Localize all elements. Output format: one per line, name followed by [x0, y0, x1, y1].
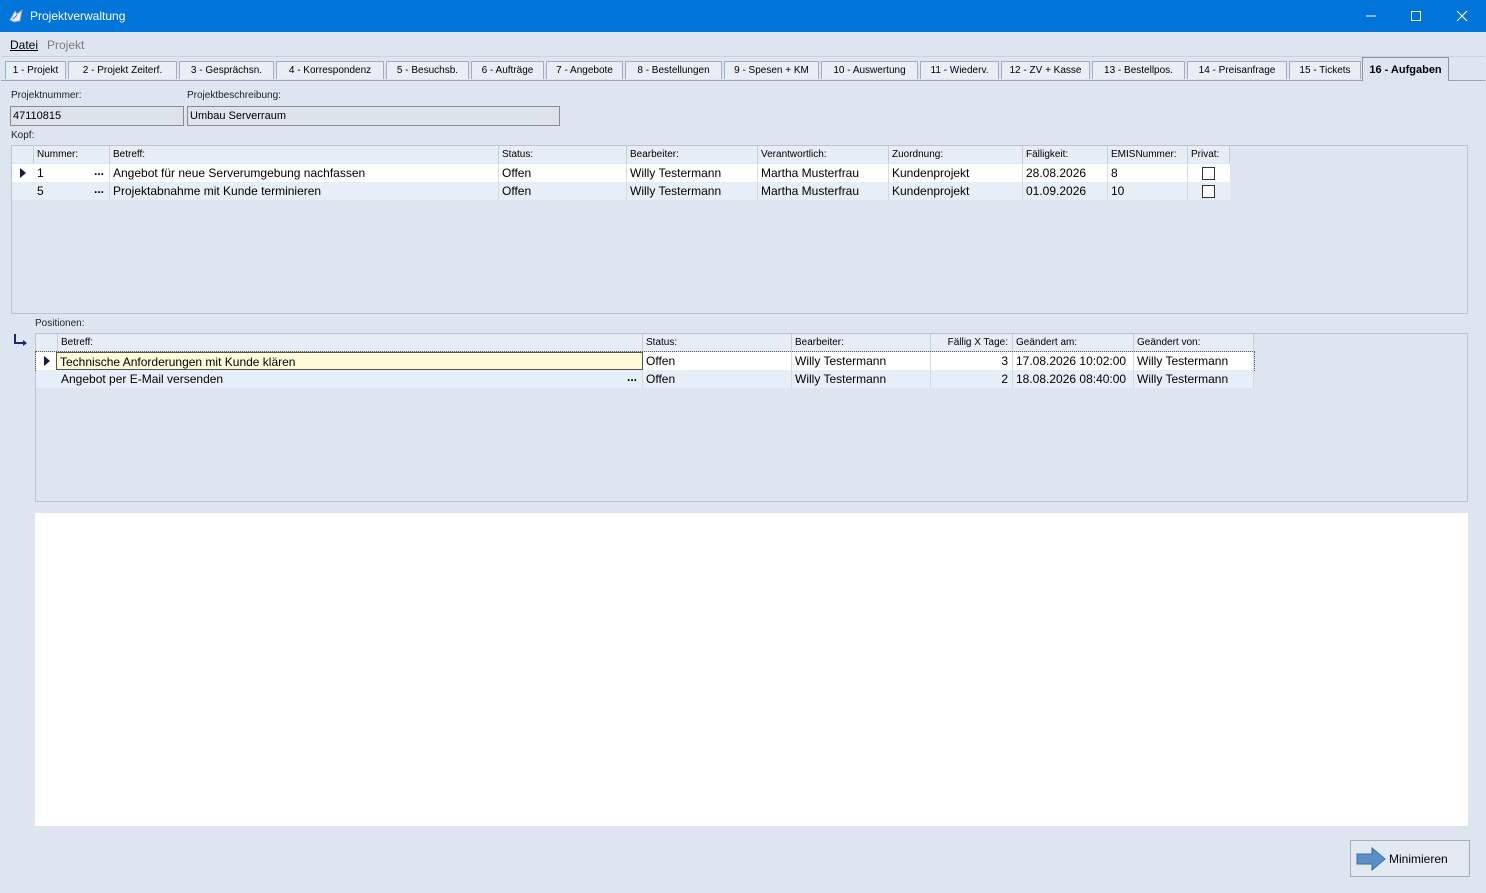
kopf-col-status[interactable]: Status:	[499, 146, 627, 163]
kopf-col-faelligkeit[interactable]: Fälligkeit:	[1023, 146, 1108, 163]
tab-auswertung[interactable]: 10 - Auswertung	[821, 61, 918, 79]
pos-cell-bearbeiter[interactable]: Willy Testermann	[792, 352, 931, 370]
tab-gespraechsn[interactable]: 3 - Gesprächsn.	[179, 61, 274, 79]
projektnummer-field[interactable]: 47110815	[10, 106, 184, 126]
projektbeschreibung-field[interactable]: Umbau Serverraum	[187, 106, 560, 126]
title-bar[interactable]: Projektverwaltung	[0, 0, 1486, 32]
kopf-cell-status[interactable]: Offen	[499, 182, 627, 200]
subordinate-arrow-icon	[14, 334, 27, 346]
current-row-indicator	[20, 168, 26, 178]
minimieren-button[interactable]: Minimieren	[1350, 840, 1470, 877]
pos-col-status[interactable]: Status:	[643, 334, 792, 351]
kopf-indicator-header	[12, 146, 34, 163]
kopf-cell-verantwortlich[interactable]: Martha Musterfrau	[758, 164, 889, 182]
positionen-grid: Betreff: Status: Bearbeiter: Fällig X Ta…	[35, 333, 1468, 502]
maximize-window-button[interactable]	[1393, 0, 1439, 32]
tab-bestellpos[interactable]: 13 - Bestellpos.	[1092, 61, 1185, 79]
ellipsis-button[interactable]: ...	[92, 164, 106, 182]
pos-col-geaendert-von[interactable]: Geändert von:	[1134, 334, 1254, 351]
tab-tickets[interactable]: 15 - Tickets	[1289, 61, 1361, 79]
projektbeschreibung-label: Projektbeschreibung:	[187, 90, 281, 101]
kopf-cell-bearbeiter[interactable]: Willy Testermann	[627, 182, 758, 200]
tab-spesen-km[interactable]: 9 - Spesen + KM	[724, 61, 819, 79]
tab-wiederv[interactable]: 11 - Wiederv.	[920, 61, 999, 79]
tab-korrespondenz[interactable]: 4 - Korrespondenz	[276, 61, 384, 79]
kopf-cell-verantwortlich[interactable]: Martha Musterfrau	[758, 182, 889, 200]
kopf-col-emisnummer[interactable]: EMISNummer:	[1108, 146, 1188, 163]
tab-preisanfrage[interactable]: 14 - Preisanfrage	[1187, 61, 1287, 79]
kopf-grid: Nummer: Betreff: Status: Bearbeiter: Ver…	[11, 145, 1468, 314]
current-row-indicator	[44, 356, 50, 366]
tab-auftraege[interactable]: 6 - Aufträge	[471, 61, 544, 79]
pos-cell-geaendert-am[interactable]: 17.08.2026 10:02:00	[1013, 352, 1134, 370]
tab-angebote[interactable]: 7 - Angebote	[546, 61, 623, 79]
privat-checkbox[interactable]	[1202, 185, 1215, 198]
pos-col-faellig-tage[interactable]: Fällig X Tage:	[931, 334, 1013, 351]
pos-cell-faellig-tage[interactable]: 2	[931, 370, 1013, 388]
arrow-right-icon	[1356, 847, 1386, 871]
minimieren-label: Minimieren	[1389, 852, 1448, 866]
menu-projekt[interactable]: Projekt	[47, 38, 84, 52]
pos-cell-betreff[interactable]: Technische Anforderungen mit Kunde kläre…	[56, 352, 643, 370]
kopf-cell-betreff[interactable]: Projektabnahme mit Kunde terminieren	[110, 182, 499, 200]
table-row[interactable]: 5 ... Projektabnahme mit Kunde terminier…	[12, 182, 1230, 200]
pos-cell-geaendert-von[interactable]: Willy Testermann	[1134, 370, 1254, 388]
pos-cell-geaendert-von[interactable]: Willy Testermann	[1134, 352, 1254, 370]
app-icon	[9, 8, 23, 23]
kopf-cell-betreff[interactable]: Angebot für neue Serverumgebung nachfass…	[110, 164, 499, 182]
kopf-col-privat[interactable]: Privat:	[1188, 146, 1230, 163]
table-row[interactable]: Technische Anforderungen mit Kunde kläre…	[35, 351, 1255, 371]
table-row[interactable]: 1 ... Angebot für neue Serverumgebung na…	[12, 164, 1230, 182]
tab-strip: 1 - Projekt 2 - Projekt Zeiterf. 3 - Ges…	[1, 56, 1485, 81]
window-title: Projektverwaltung	[30, 9, 126, 23]
projektnummer-label: Projektnummer:	[11, 90, 82, 101]
minimize-window-button[interactable]	[1348, 0, 1394, 32]
menu-datei[interactable]: Datei	[10, 38, 38, 52]
detail-text-area[interactable]	[35, 513, 1468, 826]
tab-besuchsb[interactable]: 5 - Besuchsb.	[386, 61, 469, 79]
pos-col-betreff[interactable]: Betreff:	[58, 334, 643, 351]
kopf-cell-bearbeiter[interactable]: Willy Testermann	[627, 164, 758, 182]
kopf-col-verantwortlich[interactable]: Verantwortlich:	[758, 146, 889, 163]
kopf-label: Kopf:	[11, 130, 35, 141]
kopf-cell-emisnummer[interactable]: 8	[1108, 164, 1188, 182]
close-icon	[1456, 10, 1468, 22]
pos-col-bearbeiter[interactable]: Bearbeiter:	[792, 334, 931, 351]
tab-bestellungen[interactable]: 8 - Bestellungen	[625, 61, 722, 79]
kopf-col-betreff[interactable]: Betreff:	[110, 146, 499, 163]
tab-projekt[interactable]: 1 - Projekt	[5, 61, 66, 79]
kopf-cell-faelligkeit[interactable]: 28.08.2026	[1023, 164, 1108, 182]
pos-cell-betreff[interactable]: Angebot per E-Mail versenden	[58, 370, 643, 388]
kopf-cell-faelligkeit[interactable]: 01.09.2026	[1023, 182, 1108, 200]
pos-cell-faellig-tage[interactable]: 3	[931, 352, 1013, 370]
positionen-label: Positionen:	[35, 318, 85, 329]
kopf-cell-zuordnung[interactable]: Kundenprojekt	[889, 182, 1023, 200]
kopf-col-nummer[interactable]: Nummer:	[34, 146, 110, 163]
kopf-cell-zuordnung[interactable]: Kundenprojekt	[889, 164, 1023, 182]
pos-cell-status[interactable]: Offen	[643, 370, 792, 388]
menu-bar: Datei Projekt	[1, 32, 1485, 57]
kopf-col-zuordnung[interactable]: Zuordnung:	[889, 146, 1023, 163]
kopf-cell-status[interactable]: Offen	[499, 164, 627, 182]
tab-zv-kasse[interactable]: 12 - ZV + Kasse	[1001, 61, 1090, 79]
close-window-button[interactable]	[1439, 0, 1485, 32]
ellipsis-button[interactable]: ...	[92, 182, 106, 200]
kopf-col-bearbeiter[interactable]: Bearbeiter:	[627, 146, 758, 163]
kopf-cell-emisnummer[interactable]: 10	[1108, 182, 1188, 200]
minimize-icon	[1366, 15, 1376, 17]
ellipsis-button[interactable]: ...	[625, 370, 639, 388]
tab-projekt-zeiterf[interactable]: 2 - Projekt Zeiterf.	[68, 61, 177, 79]
pos-cell-status[interactable]: Offen	[643, 352, 792, 370]
pos-indicator-header	[36, 334, 58, 351]
app-window: Projektverwaltung Datei Projekt 1 - Proj…	[0, 0, 1486, 893]
maximize-icon	[1411, 11, 1421, 21]
pos-cell-bearbeiter[interactable]: Willy Testermann	[792, 370, 931, 388]
pos-col-geaendert-am[interactable]: Geändert am:	[1013, 334, 1134, 351]
privat-checkbox[interactable]	[1202, 167, 1215, 180]
table-row[interactable]: Angebot per E-Mail versenden ... Offen W…	[36, 370, 1254, 388]
pos-cell-geaendert-am[interactable]: 18.08.2026 08:40:00	[1013, 370, 1134, 388]
tab-aufgaben[interactable]: 16 - Aufgaben	[1362, 57, 1449, 81]
